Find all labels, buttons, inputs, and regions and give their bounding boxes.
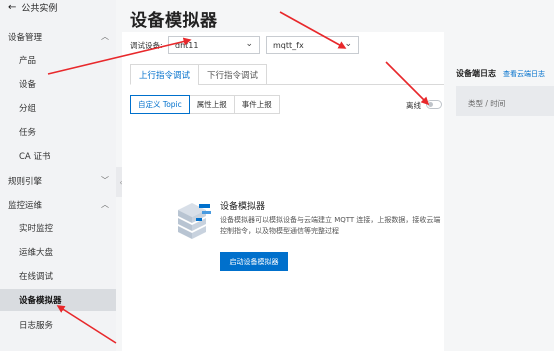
sidebar-item-label: 任务 xyxy=(19,128,37,138)
subtab-custom-topic[interactable]: 自定义 Topic xyxy=(130,95,190,114)
sidebar-item-device[interactable]: 设备 xyxy=(0,73,116,95)
debug-device-label: 调试设备: xyxy=(130,41,163,50)
sidebar-item-online-debug[interactable]: 在线调试 xyxy=(0,265,116,287)
log-column-header: 类型 / 时间 xyxy=(468,99,506,108)
tab-uplink-debug[interactable]: 上行指令调试 xyxy=(130,64,200,85)
toggle-knob xyxy=(428,102,433,107)
sidebar-item-label: 运维大盘 xyxy=(19,248,54,258)
subtab-bar: 自定义 Topic 属性上报 事件上报 xyxy=(130,95,280,114)
page-title: 设备模拟器 xyxy=(130,11,218,31)
sidebar-item-realtime-monitor[interactable]: 实时监控 xyxy=(0,217,116,239)
empty-state-description: 设备模拟器可以模拟设备与云端建立 MQTT 连接，上报数据，接收云端控制指令，以… xyxy=(220,216,441,235)
sidebar-group-label: 规则引擎 xyxy=(8,177,43,187)
sidebar-item-label: 分组 xyxy=(19,104,37,114)
sidebar-item-label: 日志服务 xyxy=(19,321,54,331)
view-cloud-log-link[interactable]: 查看云端日志 xyxy=(503,69,545,79)
chevron-up-icon: ︿ xyxy=(101,32,109,41)
sidebar-item-ops-dashboard[interactable]: 运维大盘 xyxy=(0,241,116,263)
device-select[interactable]: mqtt_fx ⌄ xyxy=(266,36,359,54)
empty-state-title: 设备模拟器 xyxy=(220,202,266,212)
chevron-down-icon: ⌄ xyxy=(344,39,352,49)
subtab-property-report[interactable]: 属性上报 xyxy=(188,95,235,114)
sidebar-item-log-service[interactable]: 日志服务 xyxy=(0,314,116,336)
tab-label: 上行指令调试 xyxy=(139,70,191,81)
arrow-left-icon: ← xyxy=(8,1,17,13)
sidebar-item-ca-cert[interactable]: CA 证书 xyxy=(0,145,116,167)
chevron-up-icon: ︿ xyxy=(101,200,109,209)
sidebar-group-device-management[interactable]: 设备管理 ︿ xyxy=(0,27,116,47)
sidebar-item-label: 在线调试 xyxy=(19,272,54,282)
sidebar-group-rule-engine[interactable]: 规则引擎 ﹀ xyxy=(0,171,116,191)
product-select[interactable]: dht11 ⌄ xyxy=(168,36,260,54)
product-select-value: dht11 xyxy=(175,40,199,50)
sidebar-item-label: 产品 xyxy=(19,56,37,66)
sidebar-item-device-simulator[interactable]: 设备模拟器 xyxy=(0,289,116,311)
sidebar-item-label: 实时监控 xyxy=(19,224,54,234)
sidebar-item-group[interactable]: 分组 xyxy=(0,97,116,119)
subtab-label: 自定义 Topic xyxy=(138,100,182,109)
chevron-down-icon: ⌄ xyxy=(245,39,253,49)
device-log-title: 设备端日志 xyxy=(456,69,496,78)
tab-bar: 上行指令调试 下行指令调试 xyxy=(130,64,268,85)
subtab-label: 事件上报 xyxy=(241,100,272,109)
sidebar: ← 公共实例 设备管理 ︿ 产品 设备 分组 任务 CA 证书 规则引擎 ﹀ 监… xyxy=(0,0,116,351)
sidebar-group-monitoring[interactable]: 监控运维 ︿ xyxy=(0,195,116,215)
tab-downlink-debug[interactable]: 下行指令调试 xyxy=(198,64,268,85)
subtab-event-report[interactable]: 事件上报 xyxy=(233,95,280,114)
back-to-instance[interactable]: ← 公共实例 xyxy=(8,0,57,14)
simulator-illustration-icon xyxy=(178,203,211,239)
sidebar-item-product[interactable]: 产品 xyxy=(0,49,116,71)
sidebar-item-label: 设备模拟器 xyxy=(19,296,62,306)
connection-status-label: 离线 xyxy=(406,101,421,110)
sidebar-item-label: 设备 xyxy=(19,80,37,90)
chevron-down-icon: ﹀ xyxy=(101,176,109,185)
sidebar-group-label: 监控运维 xyxy=(8,201,43,211)
start-simulator-button[interactable]: 启动设备模拟器 xyxy=(220,252,288,271)
connection-toggle[interactable] xyxy=(426,100,442,109)
sidebar-item-task[interactable]: 任务 xyxy=(0,121,116,143)
sidebar-item-label: CA 证书 xyxy=(19,152,51,162)
sidebar-group-label: 设备管理 xyxy=(8,33,43,43)
device-select-value: mqtt_fx xyxy=(273,40,304,50)
back-label: 公共实例 xyxy=(21,3,58,14)
subtab-label: 属性上报 xyxy=(196,100,227,109)
tab-label: 下行指令调试 xyxy=(207,70,259,81)
page-root: ← 公共实例 设备管理 ︿ 产品 设备 分组 任务 CA 证书 规则引擎 ﹀ 监… xyxy=(0,0,554,351)
